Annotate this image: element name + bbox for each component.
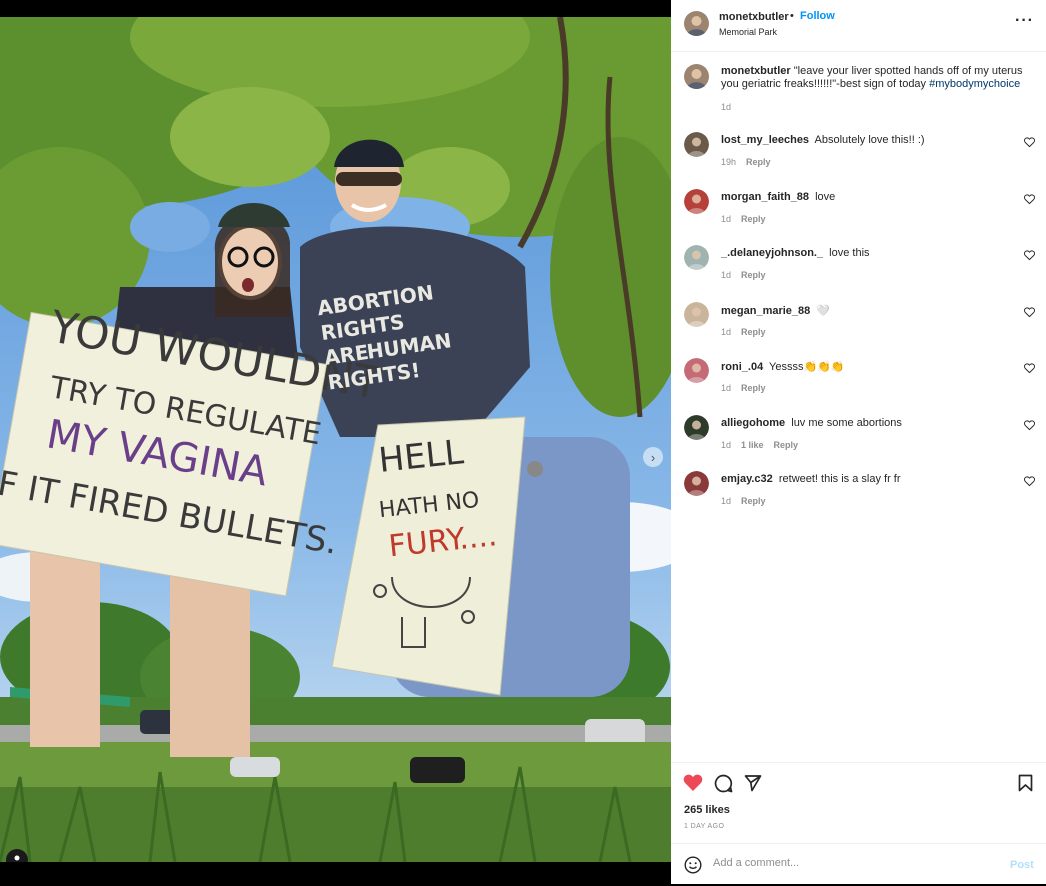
comment-item: morgan_faith_88 love 1d Reply [671, 189, 1046, 247]
post-caption: monetxbutler "leave your liver spotted h… [721, 65, 1031, 91]
comment-item: lost_my_leeches Absolutely love this!! :… [671, 132, 1046, 190]
post-comment-button[interactable]: Post [1010, 859, 1034, 871]
comment-text: Absolutely love this!! :) [814, 134, 925, 146]
comment-like-heart-icon[interactable] [1024, 250, 1035, 261]
reply-button[interactable]: Reply [741, 383, 766, 393]
like-heart-icon[interactable] [683, 774, 703, 792]
caption-username[interactable]: monetxbutler [721, 65, 791, 77]
comment-meta: 1d Reply [721, 383, 766, 393]
reply-button[interactable]: Reply [741, 327, 766, 337]
comment-meta: 1d 1 like Reply [721, 440, 798, 450]
commenter-username[interactable]: morgan_faith_88 [721, 191, 809, 203]
comment-text: love [815, 191, 836, 203]
comment-like-heart-icon[interactable] [1024, 420, 1035, 431]
comment-text: luv me some abortions [791, 417, 902, 429]
commenter-username[interactable]: megan_marie_88 [721, 305, 810, 317]
comment-like-heart-icon[interactable] [1024, 363, 1035, 374]
comment-meta: 1d Reply [721, 270, 766, 280]
commenter-username[interactable]: _.delaneyjohnson._ [721, 247, 823, 259]
comment-timestamp[interactable]: 1d [721, 383, 731, 393]
comment-meta: 1d Reply [721, 214, 766, 224]
reply-button[interactable]: Reply [741, 214, 766, 224]
comment-meta: 19h Reply [721, 157, 771, 167]
more-horizontal-icon: ··· [1015, 12, 1034, 29]
post-sidebar: monetxbutler • Follow Memorial Park ··· … [671, 0, 1046, 884]
post-location[interactable]: Memorial Park [719, 27, 777, 37]
comment-text-row: megan_marie_88 🤍 [721, 304, 830, 317]
bookmark-icon[interactable] [1018, 774, 1033, 792]
comment-item: alliegohome luv me some abortions 1d 1 li… [671, 415, 1046, 473]
commenter-avatar[interactable] [684, 189, 709, 214]
post-photo[interactable]: YOU WOULDNT TRY TO REGULATE MY VAGINA IF… [0, 17, 671, 862]
next-photo-button[interactable]: › [643, 447, 663, 467]
comment-meta: 1d Reply [721, 327, 766, 337]
post-header: monetxbutler • Follow Memorial Park ··· [671, 0, 1046, 52]
caption-avatar[interactable] [684, 64, 709, 89]
reply-button[interactable]: Reply [741, 496, 766, 506]
comment-meta: 1d Reply [721, 496, 766, 506]
photo-illustration: YOU WOULDNT TRY TO REGULATE MY VAGINA IF… [0, 17, 671, 862]
commenter-username[interactable]: lost_my_leeches [721, 134, 809, 146]
post-time-ago[interactable]: 1 DAY AGO [684, 823, 724, 830]
comment-text-row: _.delaneyjohnson._ love this [721, 247, 870, 259]
comment-text-row: emjay.c32 retweet! this is a slay fr fr [721, 473, 901, 485]
commenter-avatar[interactable] [684, 302, 709, 327]
comment-like-heart-icon[interactable] [1024, 307, 1035, 318]
caption-timestamp[interactable]: 1d [721, 102, 731, 112]
chevron-right-icon: › [650, 449, 656, 465]
comment-text-row: alliegohome luv me some abortions [721, 417, 902, 429]
comment-timestamp[interactable]: 1d [721, 496, 731, 506]
comment-text: Yessss👏👏👏 [769, 361, 845, 373]
comment-timestamp[interactable]: 19h [721, 157, 736, 167]
reply-button[interactable]: Reply [774, 440, 799, 450]
comment-text-row: lost_my_leeches Absolutely love this!! :… [721, 134, 925, 146]
reply-button[interactable]: Reply [741, 270, 766, 280]
separator-dot: • [790, 10, 794, 22]
likes-count[interactable]: 265 likes [684, 804, 730, 816]
comment-timestamp[interactable]: 1d [721, 440, 731, 450]
commenter-avatar[interactable] [684, 415, 709, 440]
comment-text: retweet! this is a slay fr fr [778, 473, 901, 485]
comment-text: love this [829, 247, 870, 259]
share-icon[interactable] [744, 774, 762, 792]
add-comment-bar: Post [671, 843, 1046, 886]
commenter-avatar[interactable] [684, 358, 709, 383]
comment-timestamp[interactable]: 1d [721, 214, 731, 224]
comment-text-row: roni_.04 Yessss👏👏👏 [721, 360, 845, 373]
caption-hashtag[interactable]: #mybodymychoice [929, 78, 1020, 90]
comment-text: 🤍 [816, 305, 831, 317]
commenter-avatar[interactable] [684, 471, 709, 496]
follow-button[interactable]: Follow [800, 10, 835, 22]
author-username[interactable]: monetxbutler [719, 11, 789, 23]
more-options-button[interactable]: ··· [1015, 12, 1034, 30]
comment-timestamp[interactable]: 1d [721, 327, 731, 337]
user-icon [14, 855, 20, 861]
reply-button[interactable]: Reply [746, 157, 771, 167]
comment-like-heart-icon[interactable] [1024, 137, 1035, 148]
commenter-username[interactable]: alliegohome [721, 417, 785, 429]
comment-item: _.delaneyjohnson._ love this 1d Reply [671, 245, 1046, 303]
comment-item: roni_.04 Yessss👏👏👏 1d Reply [671, 358, 1046, 416]
comment-timestamp[interactable]: 1d [721, 270, 731, 280]
comment-item: megan_marie_88 🤍 1d Reply [671, 302, 1046, 360]
comment-icon[interactable] [714, 774, 733, 793]
comment-likes[interactable]: 1 like [741, 440, 764, 450]
commenter-avatar[interactable] [684, 245, 709, 270]
post-actions: 265 likes 1 DAY AGO Post [671, 762, 1046, 885]
comment-item: emjay.c32 retweet! this is a slay fr fr … [671, 471, 1046, 529]
comment-like-heart-icon[interactable] [1024, 194, 1035, 205]
commenter-username[interactable]: roni_.04 [721, 361, 763, 373]
comment-input[interactable] [711, 856, 995, 870]
author-avatar[interactable] [684, 11, 709, 36]
commenter-avatar[interactable] [684, 132, 709, 157]
emoji-icon[interactable] [684, 856, 702, 874]
comment-text-row: morgan_faith_88 love [721, 191, 835, 203]
commenter-username[interactable]: emjay.c32 [721, 473, 773, 485]
comment-like-heart-icon[interactable] [1024, 476, 1035, 487]
